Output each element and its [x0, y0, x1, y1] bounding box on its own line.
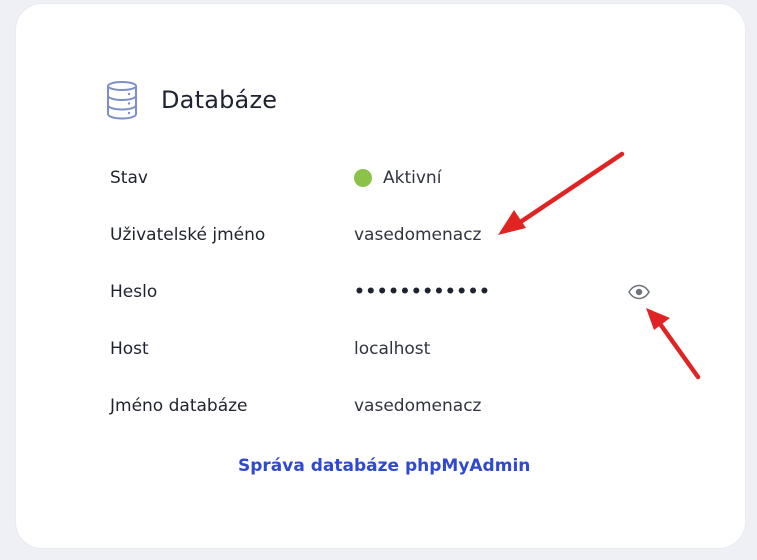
username-value: vasedomenacz: [354, 225, 482, 245]
host-label: Host: [110, 339, 149, 359]
row-status: Stav Aktivní: [110, 164, 670, 194]
status-label: Stav: [110, 168, 148, 188]
database-icon: [107, 81, 137, 120]
phpmyadmin-link[interactable]: Správa databáze phpMyAdmin: [238, 456, 530, 476]
row-username: Uživatelské jméno vasedomenacz: [110, 221, 670, 251]
database-card: Databáze Stav Aktivní Uživatelské jméno …: [16, 4, 745, 548]
status-text: Aktivní: [383, 168, 442, 188]
eye-icon[interactable]: [628, 284, 650, 300]
password-label: Heslo: [110, 282, 158, 302]
password-value: ••••••••••••: [354, 282, 491, 302]
row-password: Heslo ••••••••••••: [110, 278, 670, 308]
card-title: Databáze: [161, 86, 278, 114]
row-host: Host localhost: [110, 335, 670, 365]
status-dot-icon: [354, 169, 372, 187]
database-name-value: vasedomenacz: [354, 396, 482, 416]
username-label: Uživatelské jméno: [110, 225, 266, 245]
host-value: localhost: [354, 339, 431, 359]
row-database-name: Jméno databáze vasedomenacz: [110, 392, 670, 422]
database-name-label: Jméno databáze: [110, 396, 248, 416]
card-header: Databáze: [105, 80, 277, 120]
status-value: Aktivní: [354, 168, 441, 188]
